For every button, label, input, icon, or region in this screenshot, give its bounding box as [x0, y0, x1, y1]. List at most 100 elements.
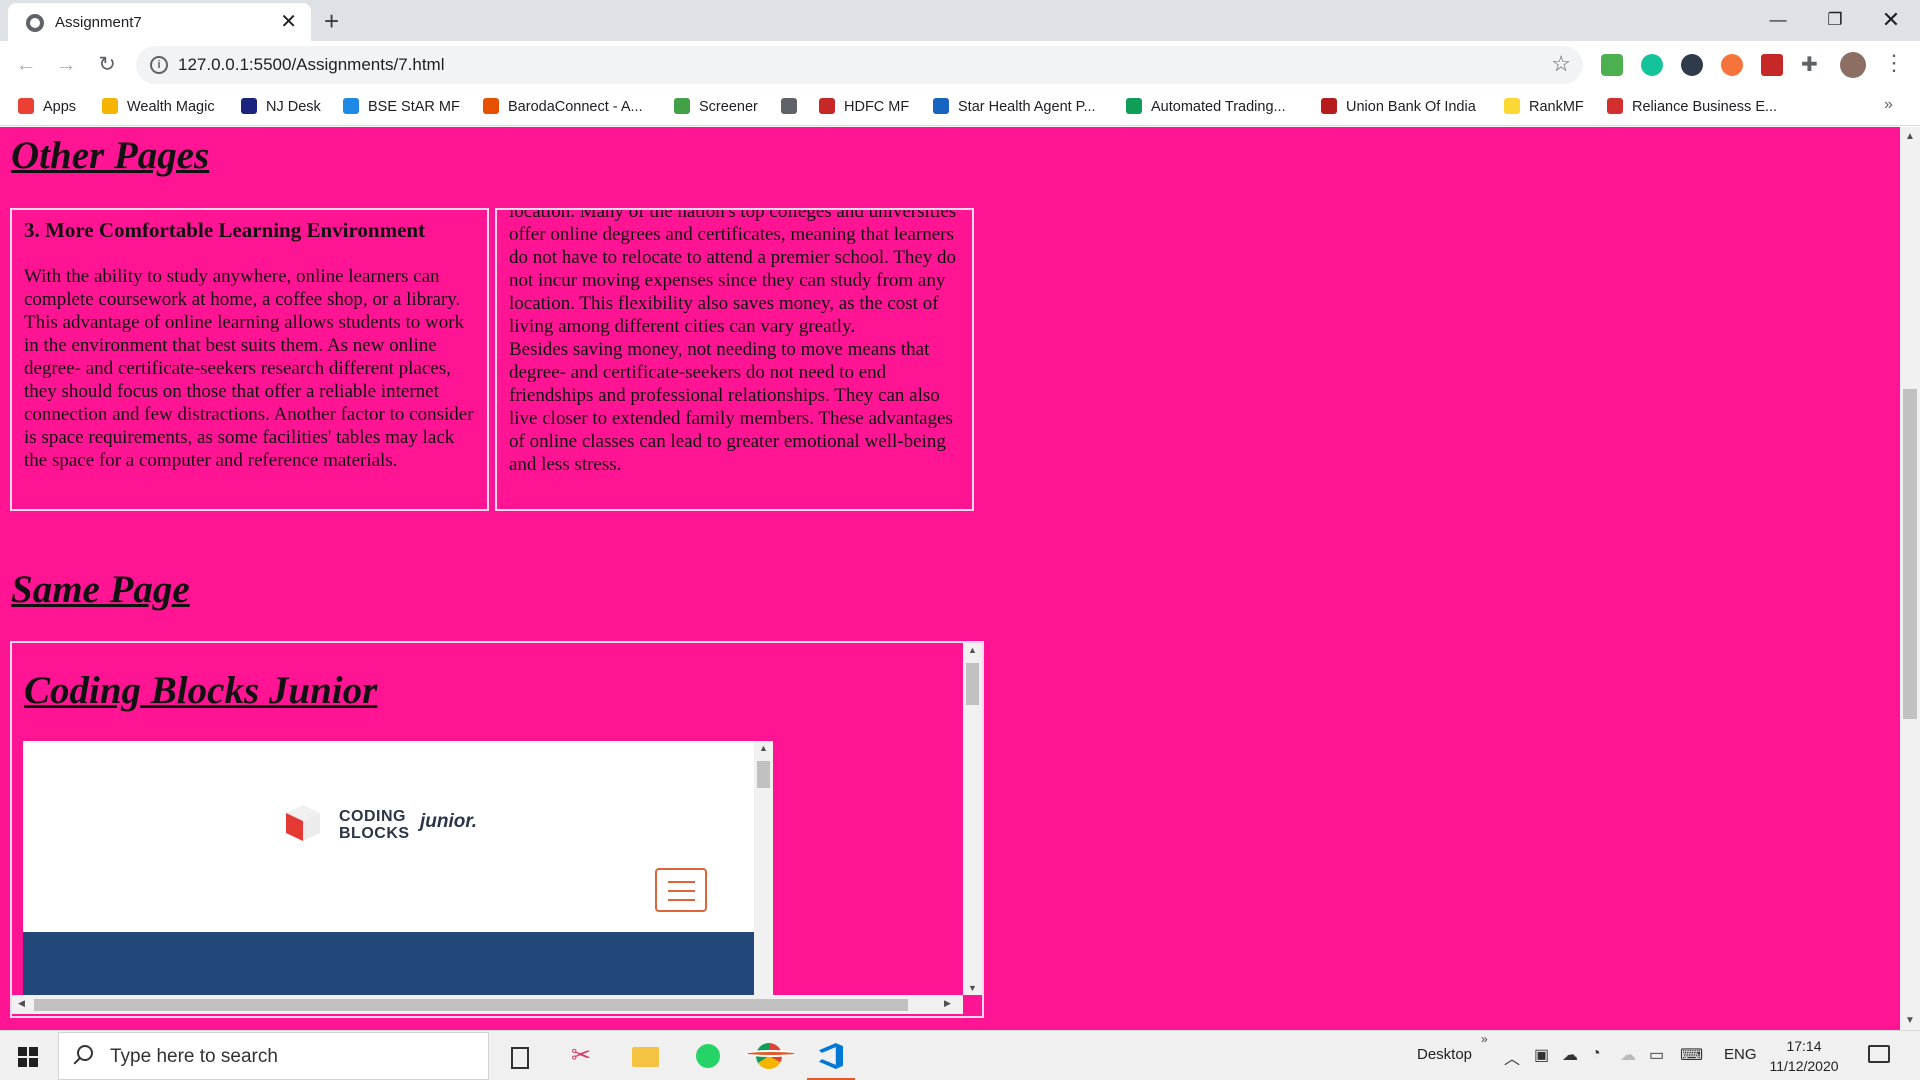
bookmark-item[interactable]: Wealth Magic: [102, 98, 215, 115]
inner-vertical-scrollbar[interactable]: ▲: [754, 741, 773, 1001]
chrome-taskbar-icon[interactable]: [745, 1039, 797, 1073]
bookmark-item[interactable]: Screener: [674, 98, 758, 115]
page-vertical-scrollbar[interactable]: ▲ ▼: [1900, 127, 1920, 1030]
notifications-icon[interactable]: [1868, 1045, 1890, 1063]
task-view-icon[interactable]: [502, 1039, 538, 1073]
bookmark-favicon-icon: [819, 98, 835, 114]
bookmark-label: HDFC MF: [844, 99, 910, 115]
system-clock[interactable]: 17:14 11/12/2020: [1768, 1036, 1840, 1076]
bookmark-item[interactable]: [781, 98, 806, 115]
extension-icon[interactable]: [1601, 54, 1623, 76]
bookmark-item[interactable]: Apps: [18, 98, 76, 115]
reload-button[interactable]: ↻: [91, 49, 123, 81]
scroll-left-arrow-icon[interactable]: ◀: [18, 998, 25, 1009]
bookmark-label: Automated Trading...: [1151, 99, 1286, 115]
iframe-horizontal-scrollbar[interactable]: ◀ ▶: [12, 995, 963, 1014]
tab-assignment7[interactable]: Assignment7 ✕: [8, 3, 311, 41]
bookmark-label: BarodaConnect - A...: [508, 99, 643, 115]
bookmark-label: Apps: [43, 99, 77, 115]
cloud-icon[interactable]: ☁: [1620, 1045, 1636, 1065]
tab-close-icon[interactable]: ✕: [280, 10, 297, 34]
url-text[interactable]: 127.0.0.1:5500/Assignments/7.html: [178, 55, 445, 75]
extension-red-icon[interactable]: [1761, 54, 1783, 76]
bookmark-favicon-icon: [18, 98, 34, 114]
network-icon[interactable]: ◔: [1591, 1045, 1601, 1063]
whatsapp-icon[interactable]: [690, 1039, 726, 1073]
toolbar-chevron-icon[interactable]: »: [1481, 1032, 1488, 1046]
left-box-paragraph: With the ability to study anywhere, onli…: [24, 266, 474, 471]
browser-toolbar: ← → ↻ i 127.0.0.1:5500/Assignments/7.htm…: [0, 41, 1920, 89]
close-window-button[interactable]: ✕: [1868, 5, 1914, 35]
show-hidden-icons-icon[interactable]: ︿: [1504, 1045, 1520, 1069]
scroll-thumb[interactable]: [757, 761, 770, 788]
hero-banner: [23, 932, 754, 1001]
bookmark-item[interactable]: HDFC MF: [819, 98, 909, 115]
iframe-left-box[interactable]: 3. More Comfortable Learning Environment…: [10, 208, 489, 511]
bookmark-item[interactable]: Union Bank Of India: [1321, 98, 1476, 115]
bookmark-item[interactable]: Reliance Business E...: [1607, 98, 1777, 115]
coding-blocks-logo[interactable]: CODING BLOCKS junior.: [284, 803, 484, 847]
bookmark-item[interactable]: Automated Trading...: [1126, 98, 1286, 115]
scroll-thumb[interactable]: [966, 663, 979, 705]
iframe-right-box[interactable]: location. Many of the nation's top colle…: [495, 208, 974, 511]
chrome-menu-icon[interactable]: ⋮: [1883, 50, 1905, 76]
coding-blocks-frame[interactable]: CODING BLOCKS junior. ▲: [23, 741, 773, 1001]
language-indicator[interactable]: ENG: [1724, 1046, 1757, 1063]
bookmark-favicon-icon: [1321, 98, 1337, 114]
keyboard-icon[interactable]: ⌨: [1680, 1045, 1703, 1065]
scroll-thumb[interactable]: [34, 999, 908, 1011]
minimize-button[interactable]: —: [1755, 5, 1801, 35]
meet-now-icon[interactable]: ▣: [1534, 1045, 1549, 1065]
cube-logo-icon: [286, 805, 320, 841]
address-bar[interactable]: i 127.0.0.1:5500/Assignments/7.html ☆: [136, 46, 1583, 84]
new-tab-button[interactable]: +: [324, 6, 339, 36]
scroll-down-arrow-icon[interactable]: ▼: [1905, 1015, 1915, 1026]
grammarly-icon[interactable]: [1641, 54, 1663, 76]
bookmark-item[interactable]: NJ Desk: [241, 98, 321, 115]
scroll-up-arrow-icon[interactable]: ▲: [759, 743, 768, 753]
onedrive-icon[interactable]: ☁: [1562, 1045, 1578, 1065]
back-button[interactable]: ←: [10, 49, 42, 81]
bookmark-favicon-icon: [343, 98, 359, 114]
bookmark-item[interactable]: Star Health Agent P...: [933, 98, 1096, 115]
snip-sketch-icon[interactable]: [565, 1039, 601, 1073]
same-page-iframe[interactable]: Coding Blocks Junior CODING BLOCKS junio…: [10, 641, 984, 1018]
bookmark-label: Star Health Agent P...: [958, 99, 1096, 115]
file-explorer-icon[interactable]: [627, 1039, 663, 1073]
bookmark-label: RankMF: [1529, 99, 1584, 115]
bookmark-item[interactable]: BarodaConnect - A...: [483, 98, 643, 115]
profile-avatar[interactable]: [1840, 52, 1866, 78]
scroll-up-arrow-icon[interactable]: ▲: [1905, 131, 1915, 142]
extension-b-icon[interactable]: [1721, 54, 1743, 76]
battery-icon[interactable]: ▭: [1649, 1045, 1664, 1065]
taskbar-search-box[interactable]: Type here to search: [58, 1032, 489, 1080]
bookmark-label: Union Bank Of India: [1346, 99, 1476, 115]
restore-button[interactable]: ❐: [1812, 5, 1858, 35]
bookmark-item[interactable]: RankMF: [1504, 98, 1584, 115]
logo-junior: junior.: [420, 811, 477, 832]
windows-start-icon[interactable]: [18, 1047, 38, 1067]
desktop-toolbar-label[interactable]: Desktop: [1417, 1046, 1472, 1063]
scroll-down-arrow-icon[interactable]: ▼: [968, 983, 977, 993]
hamburger-menu-icon[interactable]: [655, 868, 707, 912]
iframe-vertical-scrollbar[interactable]: ▲ ▼: [963, 643, 982, 995]
clock-time: 17:14: [1786, 1038, 1822, 1054]
clock-date: 11/12/2020: [1769, 1058, 1839, 1074]
bookmark-favicon-icon: [1126, 98, 1142, 114]
scroll-up-arrow-icon[interactable]: ▲: [968, 645, 977, 655]
forward-button[interactable]: →: [50, 49, 82, 81]
search-placeholder: Type here to search: [110, 1046, 278, 1067]
site-info-icon[interactable]: i: [150, 56, 168, 74]
vscode-taskbar-icon[interactable]: [807, 1039, 855, 1080]
extensions-puzzle-icon[interactable]: ✚: [1801, 54, 1823, 76]
bookmark-star-icon[interactable]: ☆: [1551, 51, 1571, 77]
extension-k-icon[interactable]: [1681, 54, 1703, 76]
page-viewport: Other Pages 3. More Comfortable Learning…: [0, 127, 1900, 1030]
bookmark-label: Screener: [699, 99, 758, 115]
heading-same-page: Same Page: [11, 568, 190, 611]
bookmark-item[interactable]: BSE StAR MF: [343, 98, 460, 115]
scroll-right-arrow-icon[interactable]: ▶: [944, 998, 951, 1009]
scroll-thumb[interactable]: [1903, 389, 1917, 719]
bookmark-label: Wealth Magic: [127, 99, 215, 115]
bookmarks-overflow-icon[interactable]: »: [1884, 96, 1893, 114]
